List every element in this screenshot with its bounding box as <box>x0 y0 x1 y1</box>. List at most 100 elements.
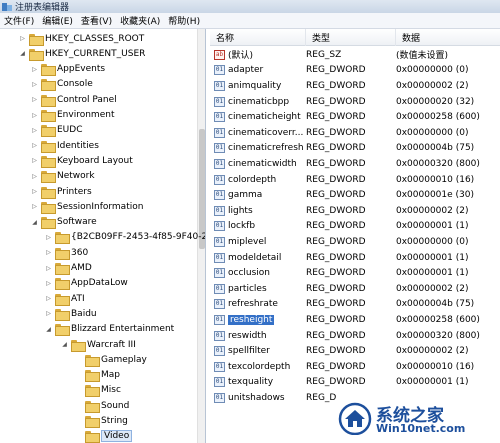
tree-node[interactable]: ▷ Baidu <box>44 306 97 321</box>
collapsed-arrow-icon[interactable]: ▷ <box>30 156 39 165</box>
expanded-arrow-icon[interactable]: ◢ <box>30 218 39 227</box>
tree-node[interactable]: ▷ Network <box>30 169 95 184</box>
value-data: 0x00000000 (0) <box>396 65 469 76</box>
column-type[interactable]: 类型 <box>306 29 396 46</box>
collapsed-arrow-icon[interactable]: ▷ <box>30 111 39 120</box>
value-row[interactable]: 01 cinematicoverr... REG_DWORD 0x00000000 (… <box>210 125 500 141</box>
tree-node[interactable]: ▷ AppEvents <box>30 62 105 77</box>
value-row[interactable]: 01 cinematicbpp REG_DWORD 0x00000020 (32) <box>210 94 500 110</box>
tree-node[interactable]: ◢ HKEY_CURRENT_USER <box>18 46 145 61</box>
collapsed-arrow-icon[interactable]: ▷ <box>30 172 39 181</box>
collapsed-arrow-icon[interactable]: ▷ <box>44 279 53 288</box>
collapsed-arrow-icon[interactable]: ▷ <box>30 80 39 89</box>
menu-item[interactable]: 文件(F) <box>0 14 38 27</box>
value-row[interactable]: 01 resheight REG_DWORD 0x00000258 (600) <box>210 312 500 328</box>
tree-node[interactable]: ▷ Control Panel <box>30 92 117 107</box>
tree-node[interactable]: Misc <box>74 383 121 398</box>
collapsed-arrow-icon[interactable]: ▷ <box>44 264 53 273</box>
value-row[interactable]: 01 cinematicrefresh REG_DWORD 0x0000004b (7… <box>210 141 500 157</box>
binary-value-icon: 01 <box>214 268 225 279</box>
values-list[interactable]: 名称 类型 数据 ab (默认) REG_SZ (数值未设置) 01 adapter REG… <box>210 29 500 443</box>
value-row[interactable]: 01 texcolordepth REG_DWORD 0x00000010 (16) <box>210 359 500 375</box>
value-row[interactable]: 01 cinematicwidth REG_DWORD 0x00000320 (800… <box>210 156 500 172</box>
tree-node[interactable]: ▷ Console <box>30 77 93 92</box>
value-row[interactable]: 01 modeldetail REG_DWORD 0x00000001 (1) <box>210 250 500 266</box>
menu-item[interactable]: 编辑(E) <box>38 14 77 27</box>
value-row[interactable]: 01 spellfilter REG_DWORD 0x00000002 (2) <box>210 343 500 359</box>
collapsed-arrow-icon[interactable]: ▷ <box>30 187 39 196</box>
value-row[interactable]: 01 texquality REG_DWORD 0x00000001 (1) <box>210 375 500 391</box>
collapsed-arrow-icon[interactable]: ▷ <box>30 126 39 135</box>
tree-node[interactable]: ◢ Software <box>30 215 97 230</box>
tree-node-label: EUDC <box>57 125 83 136</box>
collapsed-arrow-icon[interactable]: ▷ <box>30 202 39 211</box>
tree-node[interactable]: ▷ SessionInformation <box>30 199 143 214</box>
menu-item[interactable]: 查看(V) <box>77 14 116 27</box>
value-row[interactable]: 01 lights REG_DWORD 0x00000002 (2) <box>210 203 500 219</box>
tree-node[interactable]: Video <box>74 429 133 443</box>
value-row[interactable]: 01 gamma REG_DWORD 0x0000001e (30) <box>210 187 500 203</box>
tree-node-label: Blizzard Entertainment <box>71 324 175 335</box>
value-row[interactable]: 01 cinematicheight REG_DWORD 0x00000258 (60… <box>210 109 500 125</box>
expanded-arrow-icon[interactable]: ◢ <box>60 340 69 349</box>
collapsed-arrow-icon[interactable]: ▷ <box>30 141 39 150</box>
value-row[interactable]: 01 refreshrate REG_DWORD 0x0000004b (75) <box>210 297 500 313</box>
value-name-cell: ab (默认) <box>214 47 306 63</box>
tree-node[interactable]: ▷ Environment <box>30 108 114 123</box>
tree-node[interactable]: ▷ 360 <box>44 245 88 260</box>
watermark: 系统之家 Win10net.com <box>336 397 496 439</box>
value-row[interactable]: 01 particles REG_DWORD 0x00000002 (2) <box>210 281 500 297</box>
value-row[interactable]: 01 adapter REG_DWORD 0x00000000 (0) <box>210 63 500 79</box>
value-row[interactable]: 01 lockfb REG_DWORD 0x00000001 (1) <box>210 219 500 235</box>
tree-node[interactable]: ▷ Identities <box>30 138 99 153</box>
collapsed-arrow-icon[interactable]: ▷ <box>44 294 53 303</box>
value-row[interactable]: 01 miplevel REG_DWORD 0x00000000 (0) <box>210 234 500 250</box>
column-data[interactable]: 数据 <box>396 29 500 46</box>
registry-tree[interactable]: ▷ HKEY_CLASSES_ROOT ◢ HKEY_CURRENT_USER ▷ App… <box>0 29 206 443</box>
value-row[interactable]: 01 reswidth REG_DWORD 0x00000320 (800) <box>210 328 500 344</box>
collapsed-arrow-icon[interactable]: ▷ <box>44 248 53 257</box>
menu-item[interactable]: 帮助(H) <box>164 14 204 27</box>
tree-node[interactable]: String <box>74 414 128 429</box>
tree-node[interactable]: ▷ AMD <box>44 261 92 276</box>
collapsed-arrow-icon[interactable]: ▷ <box>30 65 39 74</box>
expanded-arrow-icon[interactable]: ◢ <box>44 325 53 334</box>
value-row[interactable]: 01 occlusion REG_DWORD 0x00000001 (1) <box>210 265 500 281</box>
value-row[interactable]: 01 colordepth REG_DWORD 0x00000010 (16) <box>210 172 500 188</box>
value-name: colordepth <box>228 174 277 185</box>
value-name: refreshrate <box>228 299 278 310</box>
tree-node[interactable]: ▷ Keyboard Layout <box>30 153 133 168</box>
collapsed-arrow-icon[interactable]: ▷ <box>44 233 53 242</box>
value-name: spellfilter <box>228 346 270 357</box>
value-row[interactable]: 01 animquality REG_DWORD 0x00000002 (2) <box>210 78 500 94</box>
tree-node-label: AppEvents <box>57 64 106 75</box>
folder-icon <box>55 247 70 260</box>
tree-node[interactable]: ▷ HKEY_CLASSES_ROOT <box>18 31 144 46</box>
folder-icon <box>85 354 100 367</box>
binary-value-icon: 01 <box>214 112 225 123</box>
menu-item[interactable]: 收藏夹(A) <box>116 14 164 27</box>
tree-node[interactable]: Sound <box>74 398 129 413</box>
value-name-cell: 01 reswidth <box>214 328 306 344</box>
tree-node[interactable]: ◢ Warcraft III <box>60 337 136 352</box>
value-type: REG_DWORD <box>306 330 366 341</box>
value-data: 0x00000320 (800) <box>396 158 480 169</box>
value-type: REG_DWORD <box>306 268 366 279</box>
collapsed-arrow-icon[interactable]: ▷ <box>44 309 53 318</box>
tree-node[interactable]: Map <box>74 368 120 383</box>
collapsed-arrow-icon[interactable]: ▷ <box>30 95 39 104</box>
tree-node[interactable]: ▷ Printers <box>30 184 92 199</box>
tree-node[interactable]: ◢ Blizzard Entertainment <box>44 322 174 337</box>
collapsed-arrow-icon[interactable]: ▷ <box>18 34 27 43</box>
value-data: 0x0000001e (30) <box>396 190 475 201</box>
tree-node[interactable]: ▷ EUDC <box>30 123 83 138</box>
tree-node[interactable]: ▷ AppDataLow <box>44 276 128 291</box>
folder-icon <box>71 339 86 352</box>
value-row[interactable]: ab (默认) REG_SZ (数值未设置) <box>210 47 500 63</box>
value-type: REG_DWORD <box>306 299 366 310</box>
tree-node[interactable]: ▷ {B2CB09FF-2453-4f85-9F40-2 <box>44 230 205 245</box>
tree-node[interactable]: Gameplay <box>74 352 147 367</box>
column-name[interactable]: 名称 <box>210 29 306 46</box>
tree-node[interactable]: ▷ ATI <box>44 291 85 306</box>
expanded-arrow-icon[interactable]: ◢ <box>18 49 27 58</box>
